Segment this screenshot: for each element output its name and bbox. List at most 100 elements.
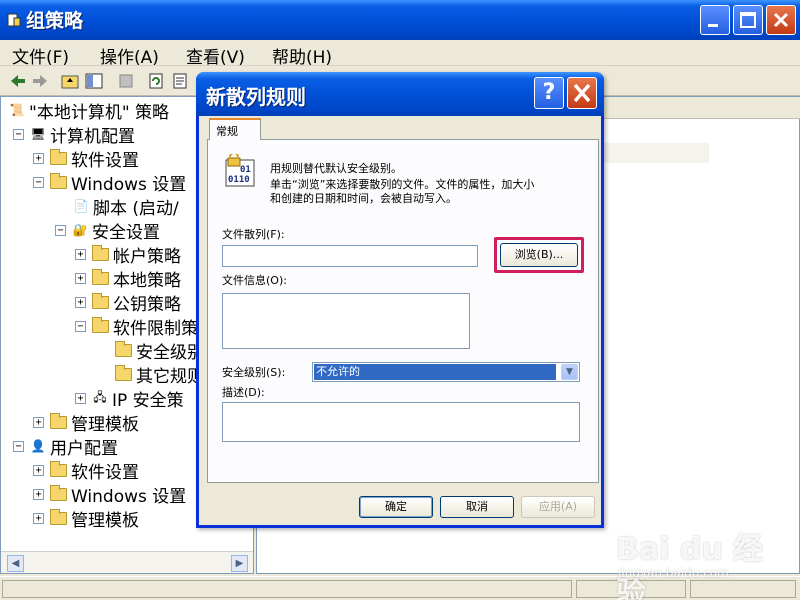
collapse-icon[interactable]: − xyxy=(75,320,86,332)
tree-item-label: "本地计算机" 策略 xyxy=(29,102,170,123)
description-field[interactable] xyxy=(222,402,580,442)
chevron-down-icon[interactable]: ▼ xyxy=(561,364,578,380)
locked-folder-icon xyxy=(92,244,109,261)
security-level-select[interactable]: 不允许的 ▼ xyxy=(312,362,580,382)
menu-view[interactable]: 查看(V) xyxy=(186,43,245,68)
tree-item-label: 脚本 (启动/ xyxy=(93,198,179,219)
tree-item-label: 软件限制策 xyxy=(113,318,198,339)
folder-icon xyxy=(50,460,67,477)
show-tree-icon[interactable] xyxy=(84,71,104,91)
title-bar[interactable]: 组策略 xyxy=(0,0,800,40)
dialog-close-button[interactable] xyxy=(567,77,597,109)
collapse-icon[interactable]: − xyxy=(55,224,66,236)
description-label: 描述(D): xyxy=(222,386,265,399)
tree-item-label: 安全设置 xyxy=(92,222,160,243)
expand-icon[interactable]: + xyxy=(33,464,44,476)
rule-description-line: 单击“浏览”来选择要散列的文件。文件的属性，加大小 xyxy=(270,178,535,191)
tree-item-public-key-policies[interactable]: + 公钥策略 xyxy=(75,291,181,315)
minimize-icon xyxy=(708,24,718,27)
file-hash-field[interactable] xyxy=(222,245,478,267)
tree-item-local-policies[interactable]: + 本地策略 xyxy=(75,267,181,291)
tree-item-computer-configuration[interactable]: − 🖥 计算机配置 xyxy=(13,123,135,147)
tree-item-scripts[interactable]: 📄 脚本 (启动/ xyxy=(73,195,179,219)
rule-description-line: 用规则替代默认安全级别。 xyxy=(270,162,402,175)
svg-text:0110: 0110 xyxy=(228,175,250,185)
close-icon xyxy=(573,83,591,103)
tree-item-account-policies[interactable]: + 帐户策略 xyxy=(75,243,181,267)
group-policy-icon xyxy=(7,13,21,27)
menu-action[interactable]: 操作(A) xyxy=(100,43,159,68)
folder-open-icon xyxy=(92,316,109,333)
tree-item-windows-settings[interactable]: − Windows 设置 xyxy=(33,171,187,195)
locked-folder-icon xyxy=(92,268,109,285)
tree-item-label: Windows 设置 xyxy=(71,486,187,507)
tree-item-user-software-settings[interactable]: + 软件设置 xyxy=(33,459,139,483)
refresh-icon[interactable] xyxy=(146,71,166,91)
tree-item-label: Windows 设置 xyxy=(71,174,187,195)
export-list-icon[interactable] xyxy=(170,71,190,91)
back-arrow-icon[interactable] xyxy=(8,71,28,91)
svg-text:01: 01 xyxy=(240,165,251,175)
help-button[interactable]: ? xyxy=(534,77,564,109)
menu-file[interactable]: 文件(F) xyxy=(12,43,69,68)
forward-arrow-icon[interactable] xyxy=(30,71,50,91)
file-info-label: 文件信息(O): xyxy=(222,274,287,287)
collapse-icon[interactable]: − xyxy=(13,128,24,140)
rule-description-line: 和创建的日期和时间，会被自动写入。 xyxy=(270,192,457,205)
tree-item-administrative-templates[interactable]: + 管理模板 xyxy=(33,411,139,435)
expand-icon[interactable]: + xyxy=(33,152,44,164)
expand-icon[interactable]: + xyxy=(33,416,44,428)
tree-item-user-administrative-templates[interactable]: + 管理模板 xyxy=(33,507,139,531)
dialog-title: 新散列规则 xyxy=(206,85,306,109)
security-level-label: 安全级别(S): xyxy=(222,366,286,379)
tree-item-label: 用户配置 xyxy=(50,438,118,459)
collapse-icon[interactable]: − xyxy=(13,440,24,452)
apply-button[interactable]: 应用(A) xyxy=(521,496,595,518)
expand-icon[interactable]: + xyxy=(33,488,44,500)
hash-rule-icon: 01 0110 xyxy=(225,154,255,187)
expand-icon[interactable]: + xyxy=(75,296,86,308)
expand-icon[interactable]: + xyxy=(33,512,44,524)
scroll-left-icon[interactable]: ◀ xyxy=(7,555,24,572)
expand-icon[interactable]: + xyxy=(75,272,86,284)
tree-item-user-windows-settings[interactable]: + Windows 设置 xyxy=(33,483,187,507)
tree-item-additional-rules[interactable]: 其它规则 xyxy=(115,363,204,387)
cancel-button[interactable]: 取消 xyxy=(440,496,514,518)
script-icon: 📄 xyxy=(73,199,89,213)
file-info-field[interactable] xyxy=(222,293,470,349)
policy-icon: 📜 xyxy=(9,103,25,117)
computer-icon: 🖥 xyxy=(30,127,46,141)
up-folder-icon[interactable] xyxy=(60,71,80,91)
close-button[interactable] xyxy=(766,5,796,35)
maximize-icon xyxy=(740,12,756,28)
dialog-title-bar[interactable]: 新散列规则 ? xyxy=(196,72,604,116)
minimize-button[interactable] xyxy=(700,5,730,35)
tree-item-security-levels[interactable]: 安全级别 xyxy=(115,339,204,363)
tree-item-ip-security-policies[interactable]: + 🖧 IP 安全策 xyxy=(75,387,184,411)
folder-icon xyxy=(115,340,132,357)
list-item[interactable] xyxy=(597,143,709,163)
delete-icon[interactable] xyxy=(116,71,136,91)
collapse-icon[interactable]: − xyxy=(33,176,44,188)
ok-button[interactable]: 确定 xyxy=(359,496,433,518)
baidu-jingyan-watermark: Bai du 经验 jingyan.baidu.com xyxy=(596,512,792,600)
file-hash-label: 文件散列(F): xyxy=(222,228,285,241)
scroll-right-icon[interactable]: ▶ xyxy=(231,555,248,572)
tree-item-software-settings[interactable]: + 软件设置 xyxy=(33,147,139,171)
folder-open-icon xyxy=(50,172,67,189)
tree-item-software-restriction-policies[interactable]: − 软件限制策 xyxy=(75,315,198,339)
horizontal-scrollbar[interactable]: ◀ ▶ xyxy=(1,551,253,573)
tree-item-security-settings[interactable]: − 🔐 安全设置 xyxy=(55,219,160,243)
expand-icon[interactable]: + xyxy=(75,392,86,404)
tree-item-label: 其它规则 xyxy=(136,366,204,387)
tree-item-user-configuration[interactable]: − 👤 用户配置 xyxy=(13,435,118,459)
menu-help[interactable]: 帮助(H) xyxy=(272,43,332,68)
maximize-button[interactable] xyxy=(733,5,763,35)
expand-icon[interactable]: + xyxy=(75,248,86,260)
tab-general[interactable]: 常规 xyxy=(209,118,261,140)
tree-item-label: 软件设置 xyxy=(71,150,139,171)
browse-button[interactable]: 浏览(B)... xyxy=(500,243,578,267)
tree-item-local-computer-policy[interactable]: 📜 "本地计算机" 策略 xyxy=(9,99,170,123)
window-title: 组策略 xyxy=(26,10,84,32)
watermark-url: jingyan.baidu.com xyxy=(618,566,729,580)
